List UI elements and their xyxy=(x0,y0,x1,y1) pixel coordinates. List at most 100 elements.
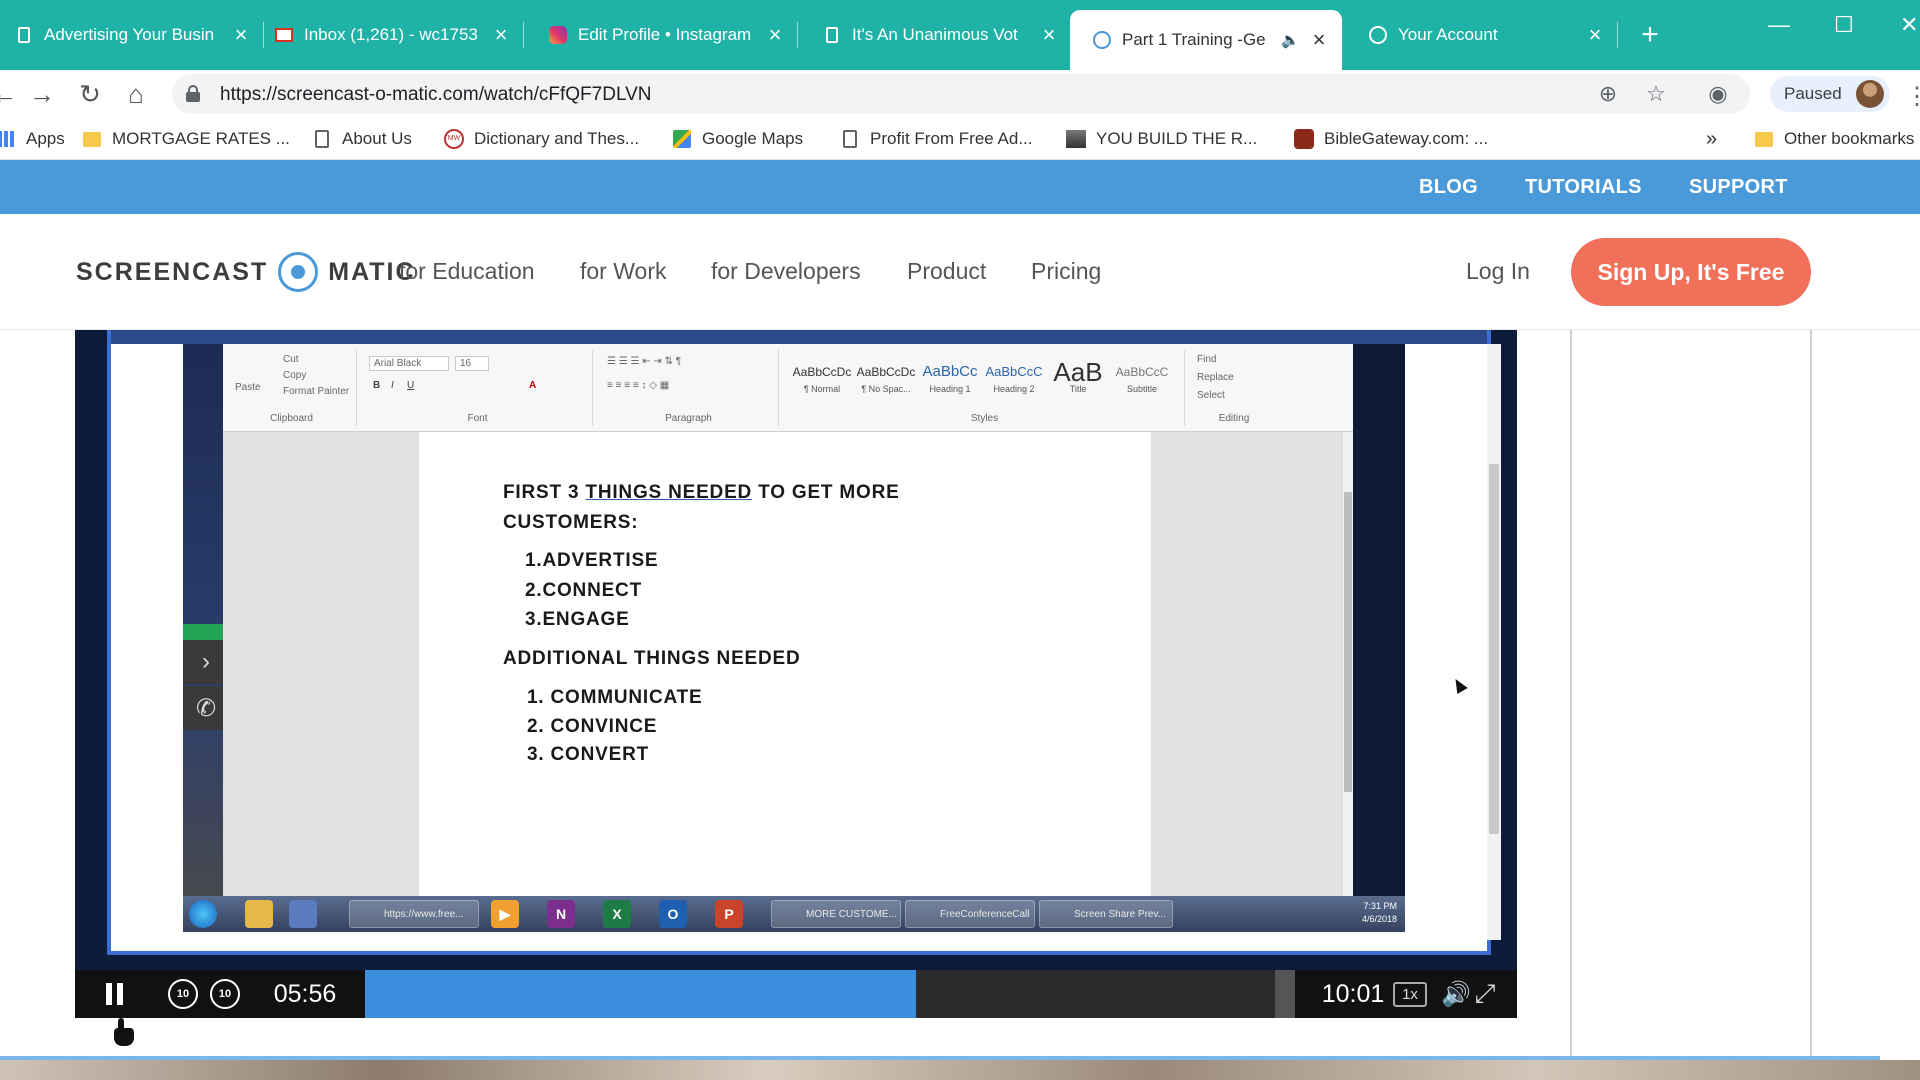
support-link[interactable]: SUPPORT xyxy=(1689,176,1788,199)
reload-icon[interactable]: ↻ xyxy=(74,78,106,110)
tab-your-account[interactable]: Your Account × xyxy=(1346,14,1618,56)
tab-instagram[interactable]: Edit Profile • Instagram × xyxy=(526,14,798,56)
home-icon[interactable]: ⌂ xyxy=(120,78,152,110)
minimize-icon[interactable]: — xyxy=(1768,12,1790,38)
tab-part1-training[interactable]: Part 1 Training -Ge 🔈 × xyxy=(1070,10,1342,70)
font-color-icon: A xyxy=(529,380,537,391)
list-item: 1.ADVERTISE xyxy=(525,550,659,571)
ribbon-styles: AaBbCcDc ¶ Normal AaBbCcDc ¶ No Spac... Aa… xyxy=(785,350,1185,426)
tab-advertising[interactable]: Advertising Your Busin × xyxy=(0,14,264,56)
fullscreen-button[interactable]: ⤢ xyxy=(1455,970,1515,1018)
blog-link[interactable]: BLOG xyxy=(1419,176,1478,199)
nav-work[interactable]: for Work xyxy=(580,258,666,285)
translate-icon[interactable]: ⊕ xyxy=(1596,82,1620,106)
hand-cursor-icon xyxy=(112,1018,134,1048)
italic-icon: I xyxy=(391,380,394,391)
url-text[interactable]: https://screencast-o-matic.com/watch/cFf… xyxy=(220,84,652,106)
extension-icon[interactable]: ◉ xyxy=(1706,82,1730,106)
find-label: Find xyxy=(1197,354,1217,365)
start-icon xyxy=(189,900,217,928)
word-scrollbar xyxy=(1343,432,1353,896)
back-icon[interactable]: ← xyxy=(0,78,20,110)
nav-pricing[interactable]: Pricing xyxy=(1031,258,1101,285)
tab-unanimous-vote[interactable]: It's An Unanimous Vot × xyxy=(800,14,1072,56)
bookmark-label: About Us xyxy=(342,129,412,148)
site-top-bar: BLOG TUTORIALS SUPPORT xyxy=(0,160,1920,214)
bookmark-about-us[interactable]: About Us xyxy=(312,125,412,153)
rewind-icon: 10 xyxy=(168,979,198,1009)
profile-button[interactable]: Paused xyxy=(1770,76,1890,112)
fullscreen-icon: ⤢ xyxy=(1474,978,1496,1008)
logo-text: SCREENCAST xyxy=(76,257,269,286)
styles-group-label: Styles xyxy=(970,413,999,424)
maximize-icon[interactable]: ☐ xyxy=(1834,12,1854,38)
ribbon-font: Arial Black 16 B I U A Font xyxy=(363,350,593,426)
tab-title: Inbox (1,261) - wc1753 xyxy=(304,25,478,44)
close-tab-icon[interactable]: × xyxy=(230,24,252,46)
document-heading: FIRST 3 THINGS NEEDED TO GET MORE xyxy=(503,482,900,503)
speaker-icon[interactable]: 🔈 xyxy=(1281,31,1300,49)
tutorials-link[interactable]: TUTORIALS xyxy=(1525,176,1642,199)
new-tab-button[interactable]: + xyxy=(1634,20,1666,52)
ribbon-paragraph: ☰ ☰ ☰ ⇤ ⇥ ⇅ ¶ ≡ ≡ ≡ ≡ ↕ ◇ ▦ Paragraph xyxy=(599,350,779,426)
screencast-icon xyxy=(1092,30,1112,50)
right-sidebar xyxy=(1570,330,1812,1060)
document-heading-line2: CUSTOMERS: xyxy=(503,512,639,533)
progress-bar[interactable] xyxy=(365,970,1295,1018)
bookmark-label: Apps xyxy=(26,129,65,148)
task-chrome: https://www.free... xyxy=(349,900,479,928)
close-tab-icon[interactable]: × xyxy=(1584,24,1606,46)
cut-label: Cut xyxy=(283,354,299,365)
rewind-10-button[interactable]: 10 xyxy=(163,970,203,1018)
tab-inbox[interactable]: Inbox (1,261) - wc1753 × xyxy=(252,14,524,56)
more-bookmarks-icon[interactable]: » xyxy=(1706,125,1717,153)
login-link[interactable]: Log In xyxy=(1466,258,1530,285)
close-window-icon[interactable]: ✕ xyxy=(1900,12,1918,38)
forward-icon[interactable]: → xyxy=(26,78,58,110)
pause-button[interactable] xyxy=(75,970,153,1018)
font-name-field: Arial Black xyxy=(369,356,449,371)
close-tab-icon[interactable]: × xyxy=(1038,24,1060,46)
task-word: MORE CUSTOME... xyxy=(771,900,901,928)
address-bar[interactable]: https://screencast-o-matic.com/watch/cFf… xyxy=(172,74,1750,114)
windows-taskbar: https://www.free... ▶ N X O P MORE CUSTO… xyxy=(183,896,1405,932)
close-tab-icon[interactable]: × xyxy=(490,24,512,46)
bookmark-label: BibleGateway.com: ... xyxy=(1324,129,1489,148)
nav-education[interactable]: for Education xyxy=(399,258,535,285)
biblegateway-icon xyxy=(1294,129,1314,149)
close-tab-icon[interactable]: × xyxy=(1308,29,1330,51)
task-screen-share: Screen Share Prev... xyxy=(1039,900,1173,928)
bookmark-label: YOU BUILD THE R... xyxy=(1096,129,1258,148)
nav-product[interactable]: Product xyxy=(907,258,986,285)
bookmark-other[interactable]: Other bookmarks xyxy=(1754,125,1914,153)
screencast-logo[interactable]: SCREENCAST MATIC xyxy=(76,250,416,294)
bookmark-label: Google Maps xyxy=(702,129,804,148)
close-tab-icon[interactable]: × xyxy=(764,24,786,46)
align-icon: ≡ ≡ ≡ ≡ ↕ ◇ ▦ xyxy=(607,380,670,391)
bookmark-you-build[interactable]: YOU BUILD THE R... xyxy=(1066,125,1257,153)
recorded-desktop: › ✆ Paste Cut Copy Format Painter Clipbo… xyxy=(183,344,1405,932)
tab-title: Your Account xyxy=(1398,25,1498,44)
current-time: 05:56 xyxy=(273,979,337,1008)
paragraph-group-label: Paragraph xyxy=(665,413,712,424)
bookmark-label: Other bookmarks xyxy=(1784,129,1915,148)
nav-developers[interactable]: for Developers xyxy=(711,258,861,285)
bookmark-dictionary[interactable]: MW Dictionary and Thes... xyxy=(444,125,639,153)
select-label: Select xyxy=(1197,390,1225,401)
taskbar-clock: 7:31 PM 4/6/2018 xyxy=(1361,901,1397,924)
bookmark-profit-free-ad[interactable]: Profit From Free Ad... xyxy=(840,125,1033,153)
forward-10-button[interactable]: 10 xyxy=(205,970,245,1018)
bookmark-mortgage-rates[interactable]: MORTGAGE RATES ... xyxy=(82,125,290,153)
bookmarks-bar: Apps MORTGAGE RATES ... About Us MW Dict… xyxy=(0,118,1920,160)
video-player[interactable]: › ✆ Paste Cut Copy Format Painter Clipbo… xyxy=(75,330,1517,1018)
bookmark-apps[interactable]: Apps xyxy=(0,125,65,153)
menu-icon[interactable]: ⋮ xyxy=(1905,82,1920,111)
bookmark-biblegateway[interactable]: BibleGateway.com: ... xyxy=(1294,125,1488,153)
bookmark-google-maps[interactable]: Google Maps xyxy=(672,125,803,153)
paste-label: Paste xyxy=(235,382,261,393)
word-ribbon: Paste Cut Copy Format Painter Clipboard … xyxy=(223,344,1353,432)
style-heading-2: AaBbCcC Heading 2 xyxy=(985,364,1043,394)
star-icon[interactable]: ☆ xyxy=(1644,82,1668,106)
signup-button[interactable]: Sign Up, It's Free xyxy=(1571,238,1811,306)
page-icon xyxy=(14,25,34,45)
